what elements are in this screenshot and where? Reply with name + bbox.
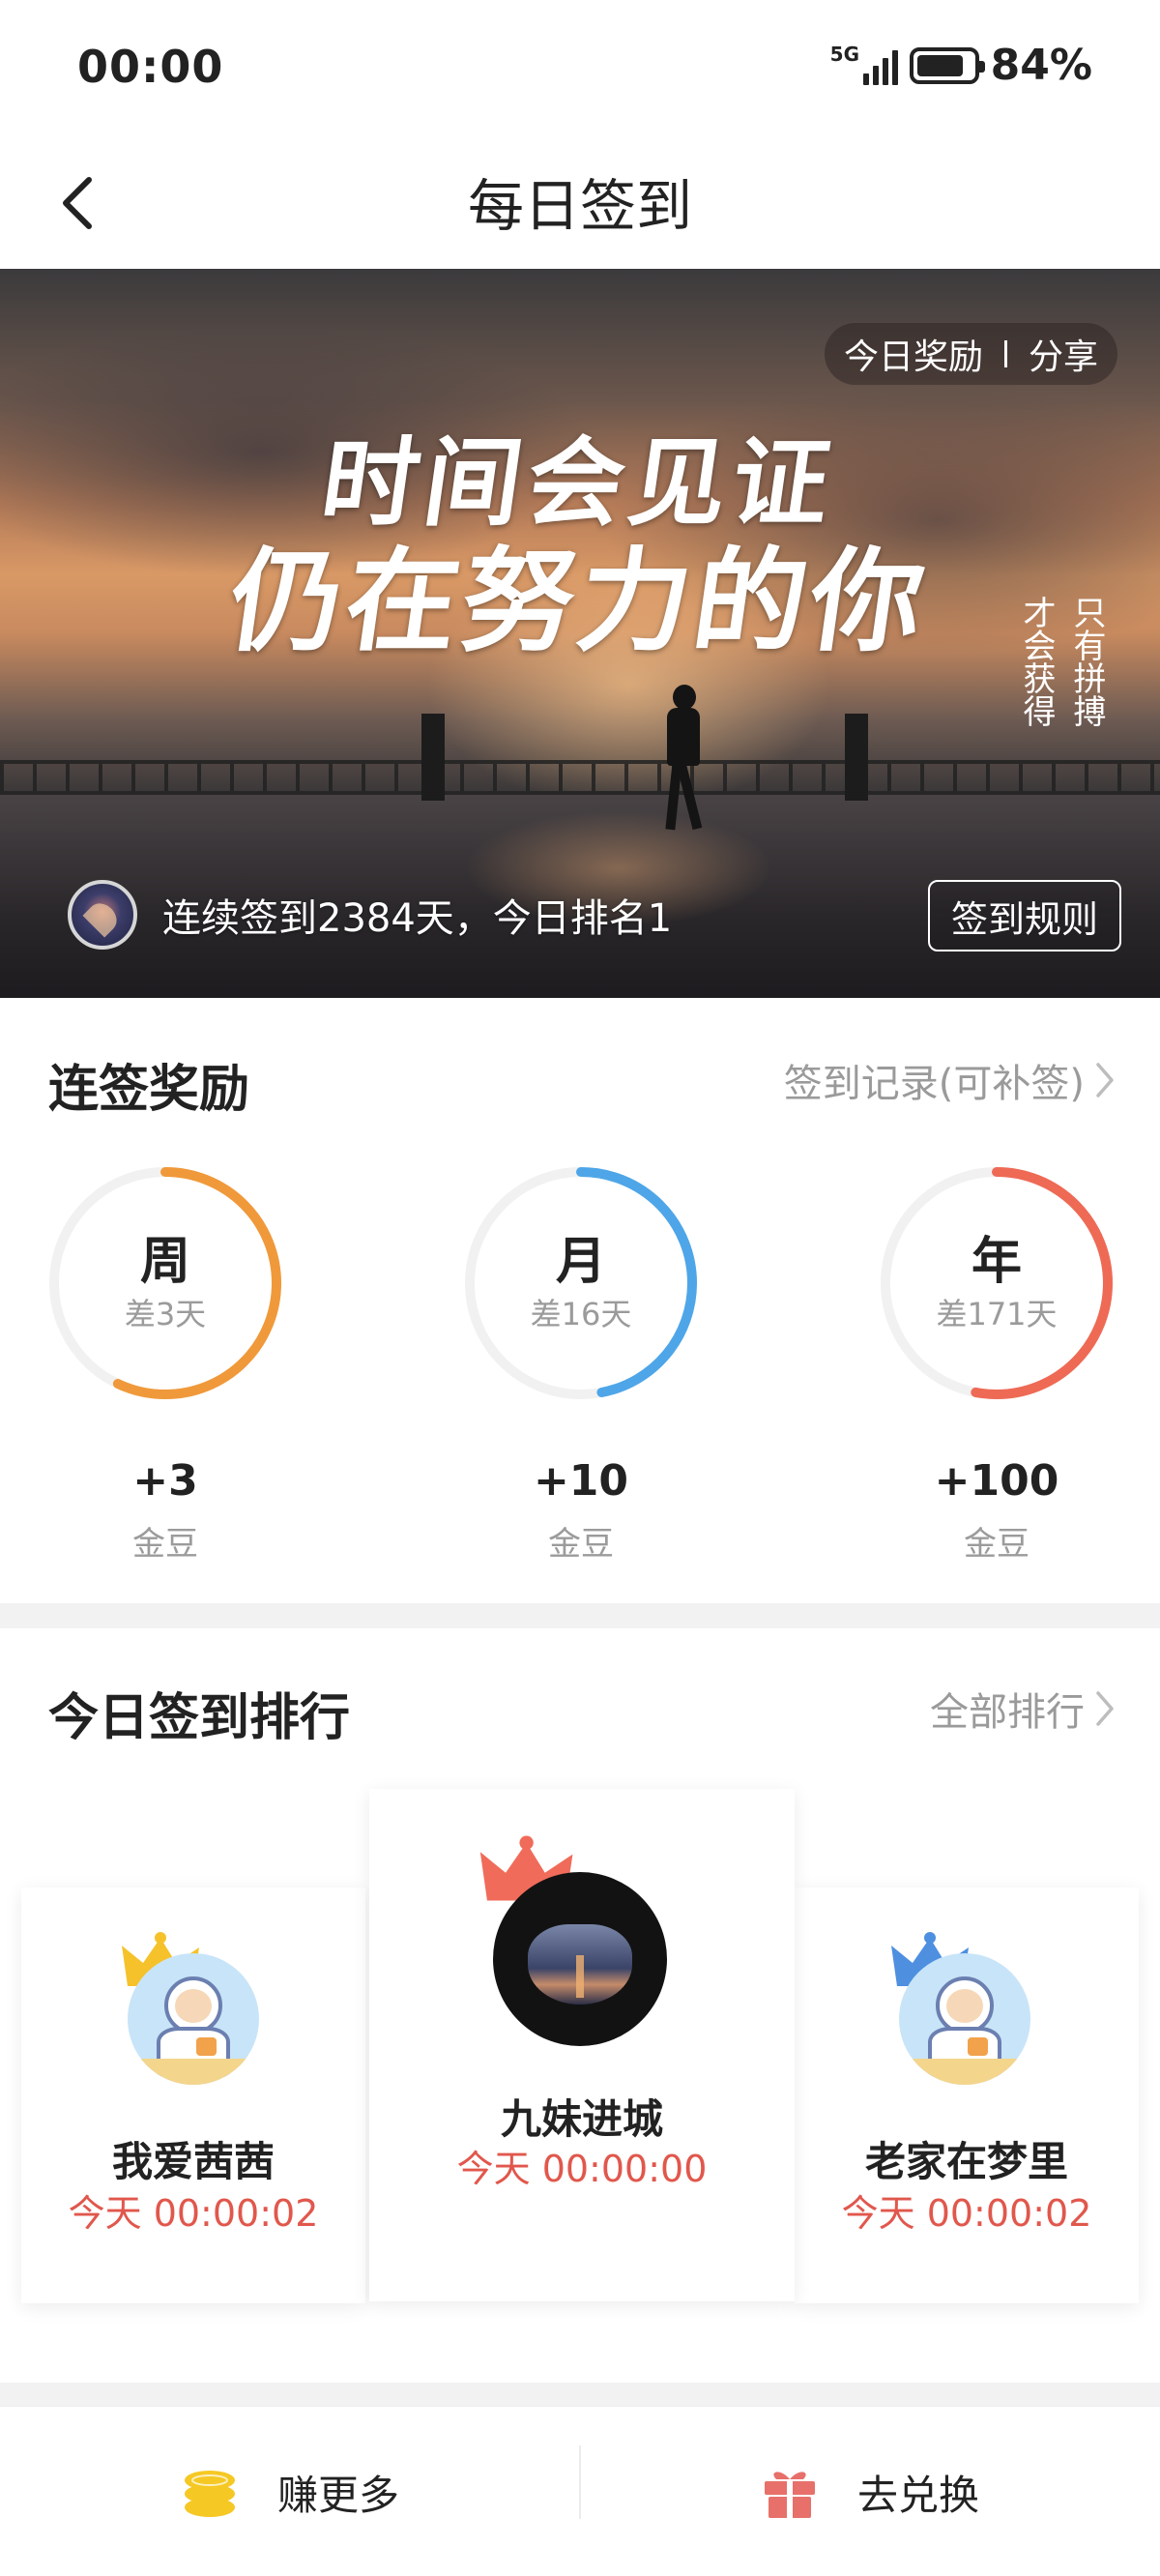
redeem-button[interactable]: 去兑换	[580, 2407, 1160, 2576]
section-divider	[0, 1603, 1160, 1628]
sign-in-record-link[interactable]: 签到记录(可补签)	[784, 1052, 1116, 1108]
slogan-line-2: 仍在努力的你	[221, 536, 937, 667]
section-title: 今日签到排行	[48, 1689, 351, 1747]
sign-in-record-label: 签到记录(可补签)	[783, 1062, 1085, 1106]
reward-unit: 金豆	[548, 1525, 614, 1564]
progress-ring: 月 差16天	[460, 1162, 702, 1404]
chevron-right-icon	[1096, 1063, 1114, 1098]
rank-sign-time: 今天 00:00:00	[456, 2148, 708, 2190]
walking-person-silhouette	[663, 685, 703, 831]
earn-more-button[interactable]: 赚更多	[0, 2407, 580, 2576]
avatar	[899, 1953, 1030, 2085]
earn-more-label: 赚更多	[276, 2471, 399, 2519]
streak-info: 连续签到2384天，今日排名1	[68, 880, 672, 950]
goal-month: 月 差16天 +10 金豆	[460, 1162, 702, 1565]
status-bar: 00:00 5G 84%	[0, 0, 1160, 135]
status-time: 00:00	[77, 41, 224, 93]
page-title: 每日签到	[467, 173, 692, 239]
rank-sign-time: 今天 00:00:02	[841, 2192, 1092, 2235]
reward-unit: 金豆	[964, 1525, 1030, 1564]
avatar[interactable]	[68, 880, 137, 950]
share-link[interactable]: 分享	[1029, 329, 1098, 379]
redeem-label: 去兑换	[856, 2471, 979, 2519]
reward-amount: +10	[533, 1456, 629, 1506]
all-ranking-label: 全部排行	[930, 1690, 1085, 1735]
nav-bar: 每日签到	[0, 135, 1160, 269]
network-type: 5G	[829, 42, 860, 66]
banner: 今日奖励 分享 时间会见证 仍在努力的你 只有拼搏 才会获得 连续签到2384天…	[0, 269, 1160, 998]
railing	[0, 760, 1160, 795]
streak-text: 连续签到2384天，今日排名1	[162, 896, 673, 941]
goal-days-left: 差16天	[530, 1296, 632, 1332]
today-reward-link[interactable]: 今日奖励	[844, 329, 983, 379]
reward-amount: +3	[132, 1456, 198, 1506]
goal-period: 年	[971, 1233, 1022, 1291]
progress-ring: 周 差3天	[44, 1162, 286, 1404]
battery-level: 84%	[990, 41, 1092, 90]
all-ranking-link[interactable]: 全部排行	[930, 1681, 1116, 1737]
progress-ring: 年 差171天	[876, 1162, 1117, 1404]
status-indicators: 5G 84%	[830, 41, 1092, 90]
vertical-text-left: 才会获得	[1017, 596, 1056, 727]
signal-icon: 5G	[830, 43, 898, 89]
goal-days-left: 差171天	[936, 1296, 1058, 1332]
section-title: 连签奖励	[48, 1061, 250, 1119]
ranking-section: 今日签到排行 全部排行 我爱茜茜 今天 00:00:02 九妹进城 今天 00:…	[0, 1628, 1160, 2383]
goal-period: 周	[139, 1233, 190, 1291]
gift-icon	[764, 2472, 815, 2518]
divider	[1003, 340, 1007, 367]
streak-rewards-section: 连签奖励 签到记录(可补签) 周 差3天 +3 金豆 月 差16天 +10 金豆…	[0, 998, 1160, 1603]
reward-share-pill: 今日奖励 分享	[824, 323, 1117, 385]
sign-in-rules-button[interactable]: 签到规则	[927, 880, 1121, 951]
rank-user-name: 我爱茜茜	[111, 2138, 275, 2185]
rank-user-name: 九妹进城	[500, 2095, 663, 2143]
reward-amount: +100	[934, 1456, 1059, 1506]
bottom-action-bar: 赚更多 去兑换	[0, 2406, 1160, 2576]
rank-user-name: 老家在梦里	[864, 2138, 1068, 2185]
goal-week: 周 差3天 +3 金豆	[44, 1162, 286, 1565]
battery-icon	[909, 46, 985, 84]
rank-card-3[interactable]: 老家在梦里 今天 00:00:02	[795, 1888, 1139, 2303]
goal-days-left: 差3天	[124, 1296, 207, 1332]
rank-card-1[interactable]: 九妹进城 今天 00:00:00	[369, 1789, 795, 2301]
avatar	[493, 1872, 667, 2046]
goal-period: 月	[555, 1233, 606, 1291]
reward-unit: 金豆	[132, 1525, 198, 1564]
avatar	[128, 1953, 259, 2085]
rank-sign-time: 今天 00:00:02	[68, 2192, 319, 2235]
chevron-right-icon	[1096, 1691, 1114, 1726]
section-divider	[0, 2383, 1160, 2406]
goal-year: 年 差171天 +100 金豆	[876, 1162, 1117, 1565]
coin-stack-icon	[184, 2471, 235, 2517]
vertical-text-right: 只有拼搏	[1067, 596, 1106, 727]
rank-card-2[interactable]: 我爱茜茜 今天 00:00:02	[21, 1888, 365, 2303]
